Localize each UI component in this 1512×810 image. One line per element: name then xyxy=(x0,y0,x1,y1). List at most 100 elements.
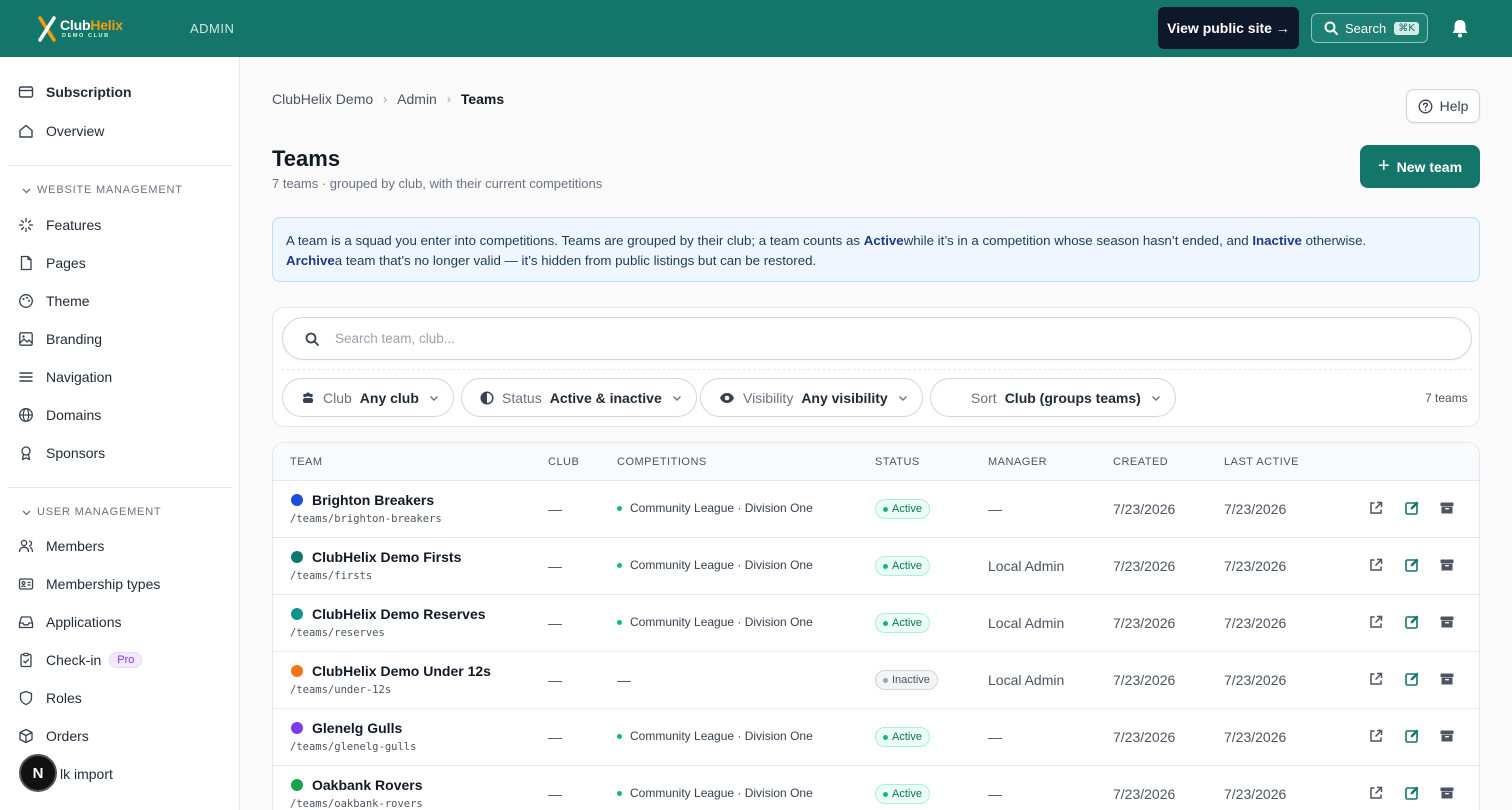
sidebar-item-domains[interactable]: Domains xyxy=(18,403,101,427)
archive-icon[interactable] xyxy=(1439,728,1455,744)
table-row[interactable]: Oakbank Rovers/teams/oakbank-rovers — Comm… xyxy=(273,766,1479,810)
sidebar-item-orders[interactable]: Orders xyxy=(18,724,89,748)
team-name[interactable]: Glenelg Gulls xyxy=(312,720,402,736)
status-dot xyxy=(883,506,888,512)
club-cell: — xyxy=(548,615,562,631)
archive-icon[interactable] xyxy=(1439,671,1455,687)
edit-icon[interactable] xyxy=(1404,614,1420,630)
open-external-icon[interactable] xyxy=(1368,671,1384,687)
clubhelix-logo[interactable]: ClubHelix DEMO CLUB xyxy=(36,14,126,44)
status-badge: Active xyxy=(875,784,930,804)
sidebar-item-features[interactable]: Features xyxy=(18,213,101,237)
archive-icon[interactable] xyxy=(1439,785,1455,801)
club-cell: — xyxy=(548,501,562,517)
column-competitions[interactable]: COMPETITIONS xyxy=(617,456,707,468)
team-color-dot xyxy=(291,722,303,734)
global-search-button[interactable]: Search ⌘K xyxy=(1311,13,1428,43)
sidebar-item-navigation[interactable]: Navigation xyxy=(18,365,112,389)
edit-icon[interactable] xyxy=(1404,500,1420,516)
team-name[interactable]: ClubHelix Demo Reserves xyxy=(312,606,486,622)
sidebar-item-overview[interactable]: Overview xyxy=(18,119,104,143)
edit-icon[interactable] xyxy=(1404,785,1420,801)
sidebar-item-membership-types[interactable]: Membership types xyxy=(18,572,160,596)
breadcrumb-club[interactable]: ClubHelix Demo xyxy=(272,91,373,107)
new-team-button[interactable]: + New team xyxy=(1360,145,1480,188)
award-icon xyxy=(21,446,31,461)
column-team[interactable]: TEAM xyxy=(290,456,323,468)
palette-icon xyxy=(19,294,33,308)
avatar[interactable]: N xyxy=(19,754,57,792)
archive-icon[interactable] xyxy=(1439,557,1455,573)
archive-icon[interactable] xyxy=(1439,500,1455,516)
chevron-right-icon: › xyxy=(383,92,388,106)
table-row[interactable]: ClubHelix Demo Firsts/teams/firsts — Commu… xyxy=(273,538,1479,595)
search-placeholder: Search team, club... xyxy=(335,331,456,346)
sort-select[interactable]: Sort Club (groups teams) xyxy=(930,378,1176,417)
sidebar-divider xyxy=(8,487,232,488)
bell-icon[interactable] xyxy=(1451,18,1469,38)
table-row[interactable]: ClubHelix Demo Reserves/teams/reserves — C… xyxy=(273,595,1479,652)
info-text: a team that’s no longer valid — it’s hid… xyxy=(334,253,817,268)
column-status[interactable]: STATUS xyxy=(875,456,920,468)
table-header: TEAM CLUB COMPETITIONS STATUS MANAGER CR… xyxy=(273,443,1479,481)
sidebar-item-roles[interactable]: Roles xyxy=(18,686,82,710)
status-filter[interactable]: Status Active & inactive xyxy=(461,378,697,417)
breadcrumb-admin[interactable]: Admin xyxy=(397,91,437,107)
view-public-site-button[interactable]: View public site → xyxy=(1158,7,1299,49)
competition-name: Community League · Division One xyxy=(630,615,813,629)
column-last-active[interactable]: LAST ACTIVE xyxy=(1224,456,1299,468)
table-row[interactable]: Glenelg Gulls/teams/glenelg-gulls — Commun… xyxy=(273,709,1479,766)
manager-cell: Local Admin xyxy=(988,558,1065,574)
file-icon xyxy=(20,255,32,271)
team-name[interactable]: ClubHelix Demo Firsts xyxy=(312,549,461,565)
open-external-icon[interactable] xyxy=(1368,614,1384,630)
sidebar-item-subscription[interactable]: Subscription xyxy=(18,80,132,104)
sidebar-item-check-in[interactable]: Check-in Pro xyxy=(18,648,143,672)
team-name[interactable]: Oakbank Rovers xyxy=(312,777,423,793)
user-management-section[interactable]: USER MANAGEMENT xyxy=(22,506,161,518)
table-row[interactable]: Brighton Breakers/teams/brighton-breaker… xyxy=(273,481,1479,538)
sidebar-item-bulk-import[interactable]: lk import xyxy=(60,762,113,786)
open-external-icon[interactable] xyxy=(1368,500,1384,516)
sidebar-item-branding[interactable]: Branding xyxy=(18,327,102,351)
edit-icon[interactable] xyxy=(1404,557,1420,573)
sidebar-item-pages[interactable]: Pages xyxy=(18,251,86,275)
website-management-section[interactable]: WEBSITE MANAGEMENT xyxy=(22,184,183,196)
sidebar-item-members[interactable]: Members xyxy=(18,534,104,558)
sidebar-item-sponsors[interactable]: Sponsors xyxy=(18,441,105,465)
column-created[interactable]: CREATED xyxy=(1113,456,1168,468)
chevron-down-icon xyxy=(429,395,438,401)
help-button[interactable]: Help xyxy=(1406,89,1480,123)
edit-icon[interactable] xyxy=(1404,671,1420,687)
section-heading: WEBSITE MANAGEMENT xyxy=(37,184,183,196)
sidebar-item-label: Orders xyxy=(46,728,89,744)
sidebar-item-applications[interactable]: Applications xyxy=(18,610,122,634)
open-external-icon[interactable] xyxy=(1368,557,1384,573)
competition-cell: Community League · Division One xyxy=(617,558,813,572)
team-slug: /teams/firsts xyxy=(290,570,373,582)
edit-icon[interactable] xyxy=(1404,728,1420,744)
team-color-dot xyxy=(291,608,303,620)
club-filter[interactable]: Club Any club xyxy=(282,378,454,417)
open-external-icon[interactable] xyxy=(1368,728,1384,744)
sidebar-item-theme[interactable]: Theme xyxy=(18,289,90,313)
team-name[interactable]: ClubHelix Demo Under 12s xyxy=(312,663,491,679)
table-row[interactable]: ClubHelix Demo Under 12s/teams/under-12s… xyxy=(273,652,1479,709)
team-slug: /teams/reserves xyxy=(290,627,385,639)
team-search-input[interactable]: Search team, club... xyxy=(282,317,1472,360)
sidebar: Subscription Overview WEBSITE MANAGEMENT… xyxy=(0,57,240,810)
team-name[interactable]: Brighton Breakers xyxy=(312,492,434,508)
column-club[interactable]: CLUB xyxy=(548,456,579,468)
competition-dot xyxy=(617,733,622,739)
club-cell: — xyxy=(548,729,562,745)
filter-label: Club xyxy=(323,389,352,406)
sidebar-item-label: Theme xyxy=(46,293,90,309)
status-text: Active xyxy=(892,788,922,800)
open-external-icon[interactable] xyxy=(1368,785,1384,801)
column-manager[interactable]: MANAGER xyxy=(988,456,1047,468)
archive-icon[interactable] xyxy=(1439,614,1455,630)
sidebar-item-label: Pages xyxy=(46,255,86,271)
box-icon xyxy=(19,728,33,744)
competition-cell: Community League · Division One xyxy=(617,786,813,800)
visibility-filter[interactable]: Visibility Any visibility xyxy=(700,378,923,417)
